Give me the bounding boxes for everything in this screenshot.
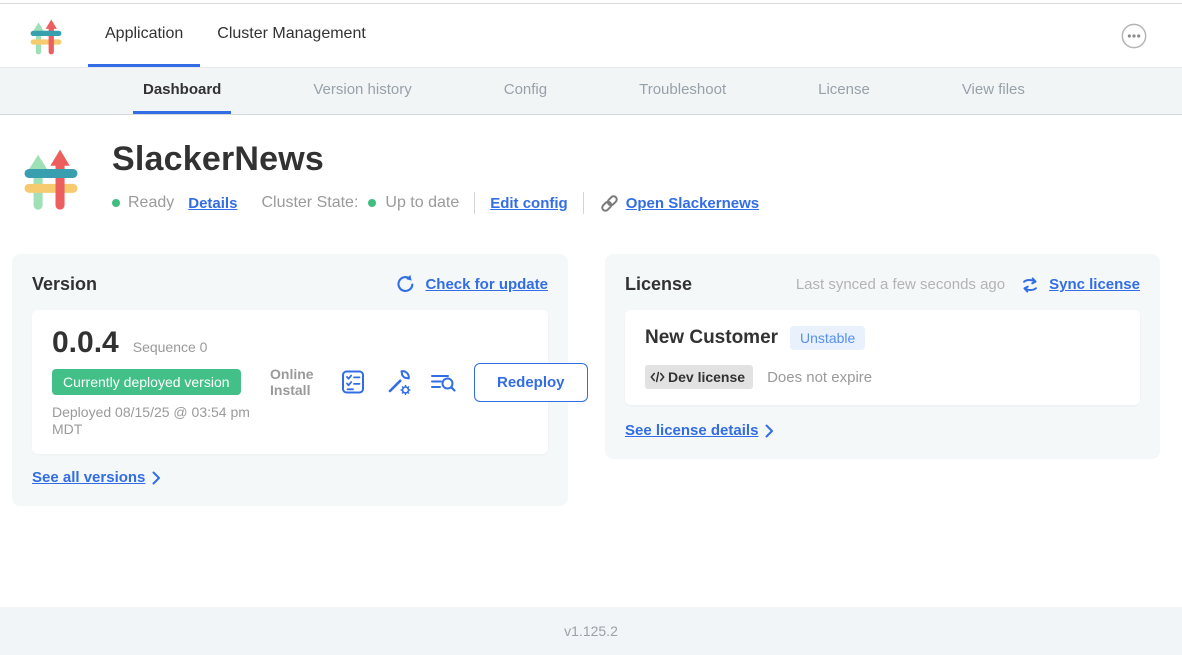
subnav-version-history-label: Version history <box>313 81 411 98</box>
subnav-dashboard-label: Dashboard <box>143 81 221 98</box>
cluster-state-label: Cluster State: <box>261 194 358 212</box>
see-license-details-link[interactable]: See license details <box>625 422 758 439</box>
license-type-badge: Dev license <box>645 365 753 389</box>
app-head: SlackerNews Ready Details Cluster State:… <box>12 140 1172 214</box>
see-all-versions-link[interactable]: See all versions <box>32 469 145 486</box>
version-info: 0.0.4 Sequence 0 Currently deployed vers… <box>52 326 270 438</box>
config-wrench-gear-icon[interactable] <box>384 368 412 396</box>
app-status-row: Ready Details Cluster State: Up to date … <box>112 192 759 214</box>
app-status-dot <box>112 199 120 207</box>
console-footer: v1.125.2 <box>0 607 1182 655</box>
cluster-state-dot <box>368 199 376 207</box>
version-actions: Online Install <box>270 363 592 402</box>
page-title: SlackerNews <box>112 140 759 179</box>
tab-application[interactable]: Application <box>88 4 200 67</box>
chain-link-icon <box>599 193 620 214</box>
version-sequence: Sequence 0 <box>133 339 208 355</box>
license-card-title: License <box>625 274 692 295</box>
current-version-panel: 0.0.4 Sequence 0 Currently deployed vers… <box>32 310 548 454</box>
subnav-troubleshoot-label: Troubleshoot <box>639 81 726 98</box>
subnav-view-files[interactable]: View files <box>952 68 1035 114</box>
deployed-timestamp: Deployed 08/15/25 @ 03:54 pm MDT <box>52 404 270 438</box>
subnav-license-label: License <box>818 81 870 98</box>
view-logs-magnifier-icon[interactable] <box>429 368 457 396</box>
check-for-update-link[interactable]: Check for update <box>425 276 548 293</box>
version-card: Version Check for update 0.0.4 Sequence … <box>12 254 568 506</box>
edit-config-link[interactable]: Edit config <box>490 195 568 212</box>
replicated-logo-icon <box>28 16 64 56</box>
chevron-right-icon <box>152 471 161 485</box>
subnav-version-history[interactable]: Version history <box>303 68 421 114</box>
chevron-right-icon <box>765 424 774 438</box>
subnav-view-files-label: View files <box>962 81 1025 98</box>
install-type-label: Online Install <box>270 366 322 398</box>
version-number: 0.0.4 <box>52 326 119 360</box>
tab-application-label: Application <box>105 25 183 43</box>
status-details-link[interactable]: Details <box>188 195 237 212</box>
header-tabs: Application Cluster Management <box>88 4 383 67</box>
divider <box>474 192 475 214</box>
overflow-menu-icon[interactable] <box>1120 22 1148 50</box>
sync-license-link[interactable]: Sync license <box>1049 276 1140 293</box>
license-type-label: Dev license <box>668 369 745 385</box>
subnav-license[interactable]: License <box>808 68 880 114</box>
subnav-config-label: Config <box>504 81 547 98</box>
main-content: SlackerNews Ready Details Cluster State:… <box>0 115 1182 607</box>
license-expiry: Does not expire <box>767 369 872 386</box>
version-card-title: Version <box>32 274 97 295</box>
tab-cluster-management[interactable]: Cluster Management <box>200 4 383 67</box>
customer-name: New Customer <box>645 327 778 349</box>
open-app-link[interactable]: Open Slackernews <box>626 195 759 212</box>
deployed-status-badge: Currently deployed version <box>52 369 241 395</box>
channel-badge: Unstable <box>790 326 865 350</box>
license-details-panel: New Customer Unstable Dev license <box>625 310 1140 405</box>
check-update-refresh-icon[interactable] <box>395 274 416 295</box>
app-subnav: Dashboard Version history Config Trouble… <box>0 68 1182 115</box>
code-brackets-icon <box>650 371 665 383</box>
subnav-dashboard[interactable]: Dashboard <box>133 68 231 114</box>
divider <box>583 192 584 214</box>
app-status-text: Ready <box>128 194 174 212</box>
dashboard-cards: Version Check for update 0.0.4 Sequence … <box>12 254 1172 506</box>
license-last-synced: Last synced a few seconds ago <box>796 276 1005 293</box>
redeploy-button[interactable]: Redeploy <box>474 363 588 402</box>
console-version: v1.125.2 <box>564 623 618 639</box>
slackernews-logo-icon <box>20 142 82 214</box>
license-card: License Last synced a few seconds ago Sy… <box>605 254 1160 459</box>
cluster-state-value: Up to date <box>385 194 459 212</box>
preflight-checklist-icon[interactable] <box>339 368 367 396</box>
subnav-config[interactable]: Config <box>494 68 557 114</box>
tab-cluster-management-label: Cluster Management <box>217 25 366 43</box>
subnav-troubleshoot[interactable]: Troubleshoot <box>629 68 736 114</box>
header-spacer <box>383 4 1120 67</box>
app-header: Application Cluster Management <box>0 4 1182 68</box>
sync-arrows-icon[interactable] <box>1020 275 1040 295</box>
